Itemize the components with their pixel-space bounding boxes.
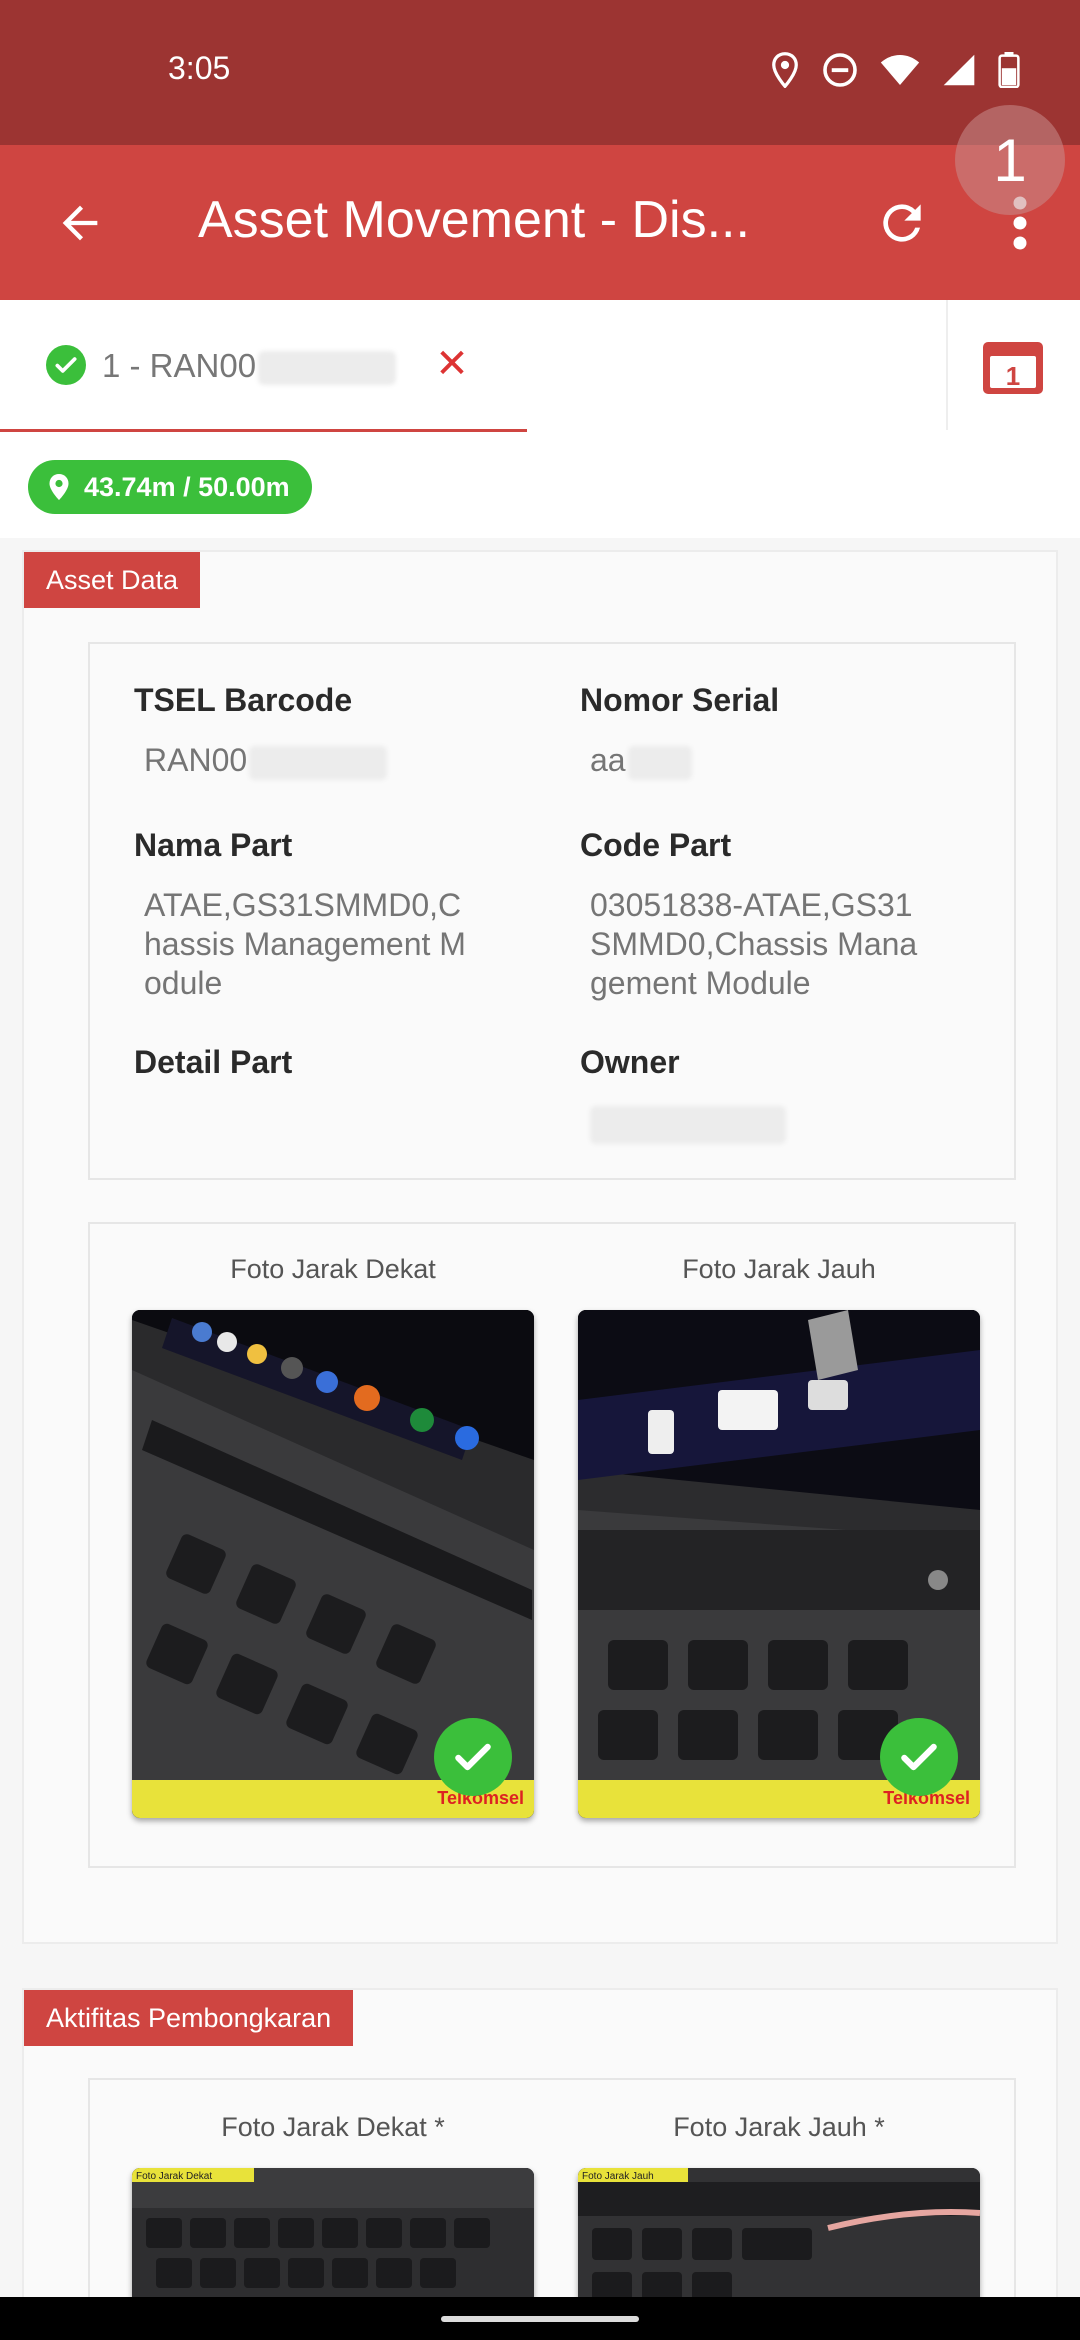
status-bar: 3:05 [0, 0, 1080, 145]
status-icons [770, 52, 1020, 88]
field-code-part: Code Part 03051838-ATAE,GS31SMMD0,Chassi… [580, 827, 930, 1003]
photo-tag: Foto Jarak Jauh [582, 2171, 654, 2182]
asset-details-box: TSEL Barcode RAN00 Nomor Serial aa Nama … [88, 642, 1016, 1180]
check-circle-icon [46, 345, 86, 385]
section-title: Aktifitas Pembongkaran [24, 1990, 354, 2046]
redacted-text [627, 745, 692, 780]
status-time: 3:05 [168, 50, 231, 86]
location-icon [770, 52, 800, 88]
aktifitas-pembongkaran-section: Aktifitas Pembongkaran Foto Jarak Dekat … [22, 1988, 1058, 2340]
asset-photos-box: Foto Jarak Dekat Foto Jarak Jauh Telkoms [88, 1222, 1016, 1868]
system-navigation-bar [0, 2297, 1080, 2340]
tab-label-text: 1 - RAN00 [102, 347, 257, 384]
app-bar: Asset Movement - Dis... [0, 145, 1080, 300]
photo-check-icon [434, 1718, 512, 1796]
field-value: 03051838-ATAE,GS31SMMD0,Chassis Manageme… [590, 887, 918, 1001]
calendar-button[interactable]: 1 [982, 340, 1044, 396]
location-pin-icon [49, 474, 69, 500]
field-nama-part: Nama Part ATAE,GS31SMMD0,Chassis Managem… [134, 827, 474, 1003]
tab-label: 1 - RAN00 [102, 347, 397, 386]
refresh-icon [883, 204, 921, 242]
photo-check-icon [880, 1718, 958, 1796]
photo-tag: Foto Jarak Dekat [136, 2171, 212, 2182]
photo-caption: Foto Jarak Jauh * [673, 2112, 885, 2142]
field-value: ATAE,GS31SMMD0,Chassis Management Module [144, 887, 466, 1001]
section-title: Asset Data [24, 552, 201, 608]
redacted-text [258, 351, 397, 386]
field-value-text: aa [590, 742, 626, 778]
divider [946, 300, 948, 430]
field-nomor-serial: Nomor Serial aa [580, 682, 1000, 780]
field-value [590, 1103, 1000, 1144]
calendar-icon: 1 [983, 342, 1043, 394]
page-title: Asset Movement - Dis... [198, 191, 750, 249]
photo-far[interactable]: Telkomsel [578, 1310, 980, 1818]
field-label: Nama Part [134, 827, 293, 863]
wifi-icon [880, 53, 920, 87]
field-value: aa [590, 741, 1000, 780]
field-label: Detail Part [134, 1044, 293, 1080]
dnd-icon [822, 52, 858, 88]
field-value: RAN00 [144, 741, 554, 780]
home-gesture-handle[interactable] [441, 2316, 639, 2322]
battery-icon [998, 52, 1020, 88]
field-label: Owner [580, 1044, 680, 1080]
redacted-text [590, 1105, 786, 1144]
field-detail-part: Detail Part [134, 1044, 554, 1103]
field-label: Code Part [580, 827, 732, 863]
tab-close-button[interactable]: ✕ [432, 344, 472, 384]
back-button[interactable] [40, 183, 120, 263]
photo-caption: Foto Jarak Dekat * [221, 2112, 445, 2142]
calendar-badge: 1 [1006, 361, 1020, 391]
field-tsel-barcode: TSEL Barcode RAN00 [134, 682, 554, 780]
field-label: TSEL Barcode [134, 682, 353, 718]
field-label: Nomor Serial [580, 682, 780, 718]
asset-tab-strip: 1 - RAN00 ✕ 1 [0, 300, 1080, 432]
asset-data-section: Asset Data TSEL Barcode RAN00 Nomor Seri… [22, 550, 1058, 1944]
touch-indicator: 1 [955, 105, 1065, 215]
field-value-text: RAN00 [144, 742, 248, 778]
signal-icon [942, 53, 976, 87]
arrow-back-icon [62, 205, 98, 241]
distance-text: 43.74m / 50.00m [84, 471, 290, 502]
photo-caption: Foto Jarak Jauh [682, 1254, 876, 1284]
photo-close-up[interactable]: Telkomsel [132, 1310, 534, 1818]
field-owner: Owner [580, 1044, 1000, 1144]
distance-badge: 43.74m / 50.00m [28, 460, 312, 514]
refresh-button[interactable] [862, 183, 942, 263]
redacted-text [249, 745, 388, 780]
photo-caption: Foto Jarak Dekat [230, 1254, 436, 1284]
tab-asset-1[interactable]: 1 - RAN00 ✕ [0, 300, 527, 432]
